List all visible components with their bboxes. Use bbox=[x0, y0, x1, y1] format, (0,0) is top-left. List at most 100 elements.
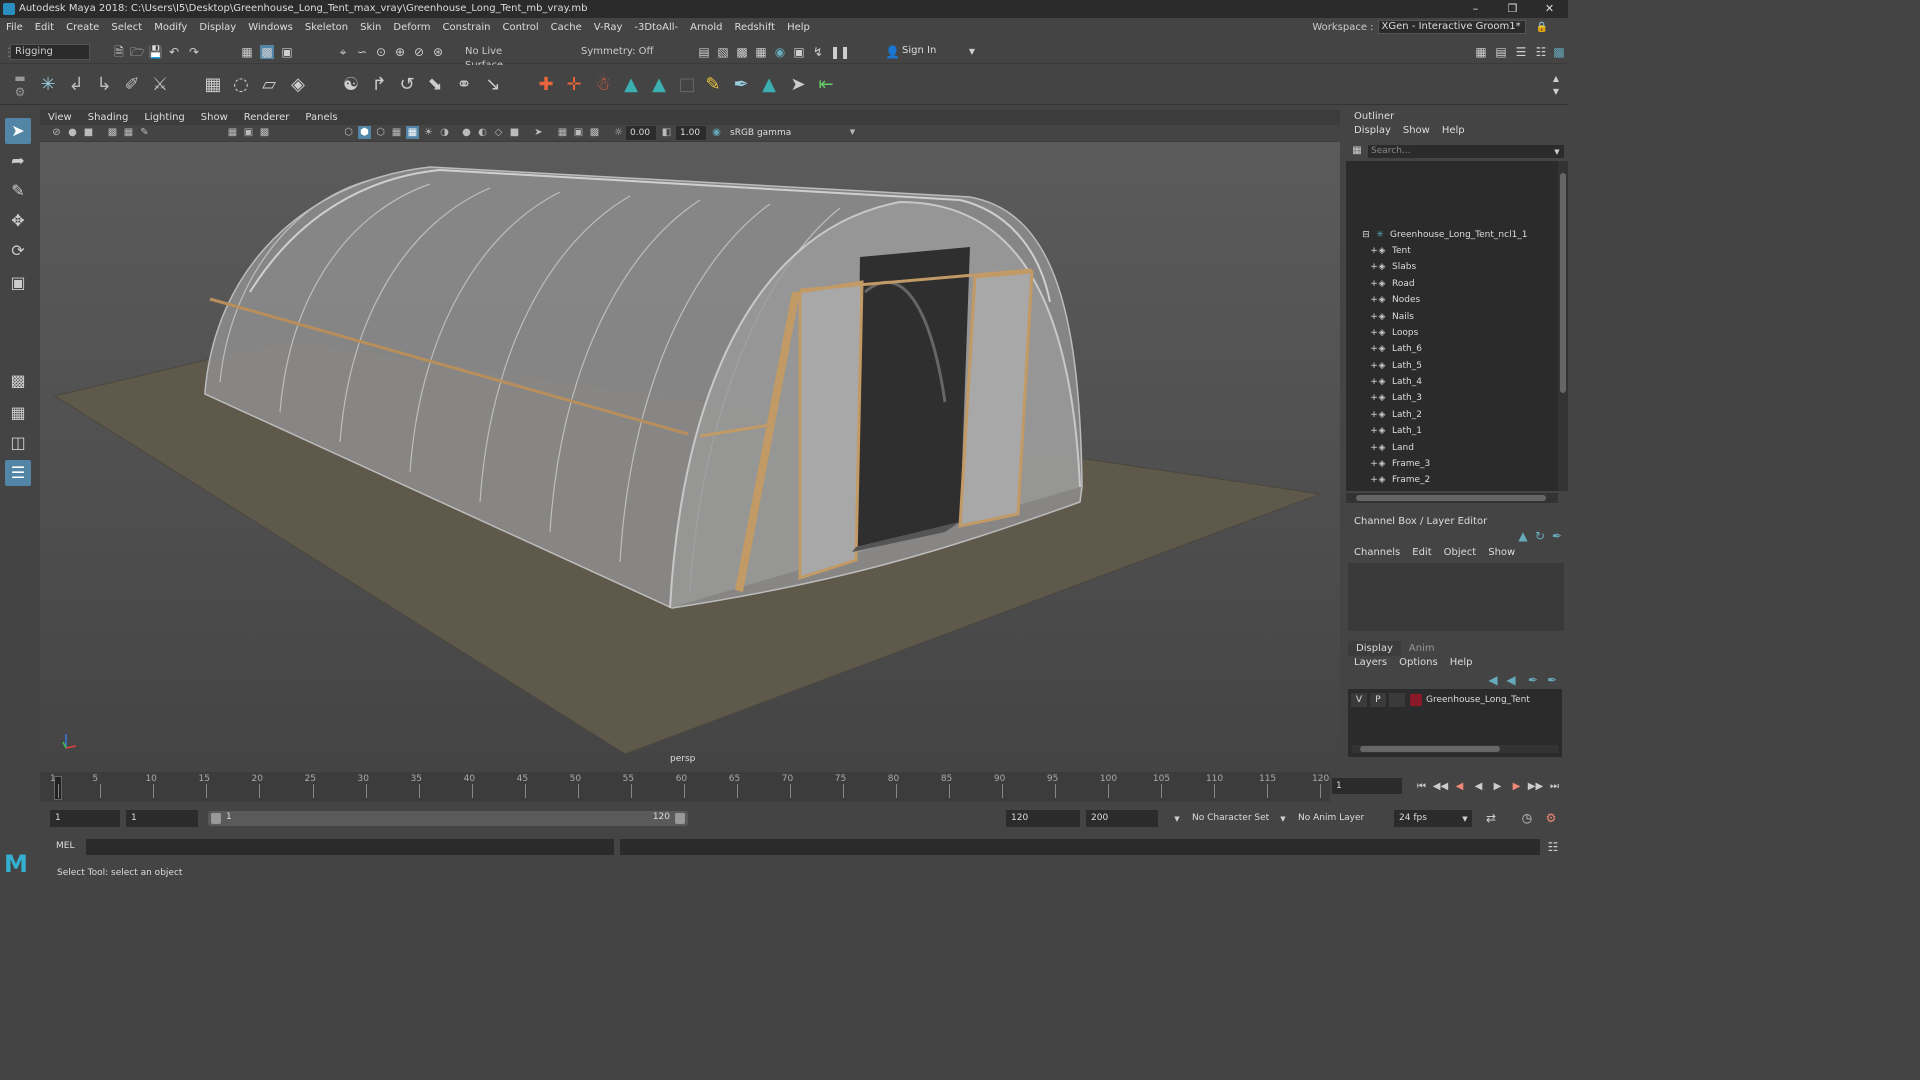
menu-display[interactable]: Display bbox=[193, 22, 242, 33]
render-settings-icon[interactable]: ▦ bbox=[754, 45, 768, 59]
layer-menu-options[interactable]: Options bbox=[1393, 657, 1444, 668]
outliner-item[interactable]: + ◈ Land bbox=[1346, 440, 1558, 456]
xray-icon[interactable]: ▦ bbox=[406, 126, 419, 139]
menu-redshift[interactable]: Redshift bbox=[728, 22, 781, 33]
vp-menu-view[interactable]: View bbox=[40, 112, 80, 123]
modeling-toolkit-icon[interactable]: ▦ bbox=[1474, 45, 1488, 59]
menu-vray[interactable]: V-Ray bbox=[588, 22, 629, 33]
xray-joints-icon[interactable]: ▦ bbox=[556, 126, 569, 139]
menu-modify[interactable]: Modify bbox=[148, 22, 193, 33]
exposure-icon[interactable]: ☼ bbox=[612, 126, 625, 139]
tool-settings-icon[interactable]: ☰ bbox=[1514, 45, 1528, 59]
open-scene-icon[interactable]: 🗁 bbox=[130, 45, 145, 59]
film-gate-icon[interactable]: ▣ bbox=[242, 126, 255, 139]
new-layer-icon[interactable]: ✒ bbox=[1526, 673, 1540, 687]
channel-box-icon-3[interactable]: ✒ bbox=[1550, 529, 1564, 543]
outliner-item[interactable]: + ◈ Frame_2 bbox=[1346, 472, 1558, 488]
tab-display[interactable]: Display bbox=[1348, 641, 1401, 656]
layer-playback-toggle[interactable]: P bbox=[1370, 693, 1386, 707]
script-editor-icon[interactable]: ☷ bbox=[1546, 840, 1560, 854]
graph-editor-icon[interactable]: ⇤ bbox=[815, 74, 837, 96]
outliner-item[interactable]: + ◈ Lath_5 bbox=[1346, 358, 1558, 374]
menu-cache[interactable]: Cache bbox=[545, 22, 588, 33]
grid-icon[interactable]: ▦ bbox=[226, 126, 239, 139]
anim-layer-dropdown-icon[interactable]: ▼ bbox=[1276, 812, 1290, 826]
vray-render-icon[interactable]: ▣ bbox=[792, 45, 806, 59]
component-editor-icon[interactable]: ✒ bbox=[730, 74, 752, 96]
current-frame-field[interactable]: 1 bbox=[1332, 778, 1402, 794]
menu-deform[interactable]: Deform bbox=[387, 22, 436, 33]
user-icon[interactable]: 👤 bbox=[885, 45, 900, 59]
vp-menu-renderer[interactable]: Renderer bbox=[236, 112, 298, 123]
channel-box-icon-2[interactable]: ↻ bbox=[1533, 529, 1547, 543]
play-backwards-icon[interactable]: ◀ bbox=[1469, 781, 1488, 792]
channel-box-icon[interactable]: ☷ bbox=[1534, 45, 1548, 59]
vp-menu-lighting[interactable]: Lighting bbox=[136, 112, 192, 123]
cb-menu-channels[interactable]: Channels bbox=[1348, 547, 1406, 558]
command-input[interactable] bbox=[86, 839, 614, 855]
pole-vector-icon[interactable]: ↘ bbox=[482, 74, 504, 96]
animation-start-field[interactable]: 1 bbox=[50, 810, 120, 827]
menu-windows[interactable]: Windows bbox=[242, 22, 299, 33]
outliner-horizontal-scrollbar[interactable] bbox=[1346, 493, 1558, 503]
character-set-dropdown-icon[interactable]: ▼ bbox=[1170, 812, 1184, 826]
locator-tool-icon[interactable]: ✛ bbox=[563, 74, 585, 96]
time-slider[interactable]: 1 5 10 15 20 25 30 35 40 45 50 55 60 65 70 75 80 85 90 95 10… bbox=[40, 772, 1330, 802]
lock-icon[interactable]: 🔒 bbox=[1536, 22, 1548, 33]
paint-weights-icon[interactable]: ✎ bbox=[702, 74, 724, 96]
vp-menu-panels[interactable]: Panels bbox=[297, 112, 345, 123]
vp-menu-shading[interactable]: Shading bbox=[80, 112, 137, 123]
move-tool-icon[interactable]: ✥ bbox=[5, 208, 31, 234]
insert-joint-icon[interactable]: ✐ bbox=[121, 74, 143, 96]
outliner-filter-icon[interactable]: ▦ bbox=[1350, 144, 1364, 158]
rotate-tool-icon[interactable]: ⟳ bbox=[5, 238, 31, 264]
humanik-icon[interactable]: ☃ bbox=[592, 74, 614, 96]
range-slider-end-handle[interactable] bbox=[675, 813, 685, 824]
menu-constrain[interactable]: Constrain bbox=[437, 22, 497, 33]
menu-arnold[interactable]: Arnold bbox=[684, 22, 728, 33]
outliner-toggle-icon[interactable]: ▩ bbox=[1552, 45, 1566, 59]
colorspace-dropdown[interactable]: sRGB gamma bbox=[726, 126, 858, 140]
single-view-icon[interactable]: ▩ bbox=[5, 368, 31, 394]
backface-icon[interactable]: ▩ bbox=[588, 126, 601, 139]
isolate-select-icon[interactable]: ➤ bbox=[532, 126, 545, 139]
menu-edit[interactable]: Edit bbox=[29, 22, 60, 33]
move-layer-up-icon[interactable]: ◀ bbox=[1486, 673, 1500, 687]
anti-aliasing-icon[interactable]: ◇ bbox=[492, 126, 505, 139]
new-scene-icon[interactable]: 🗎 bbox=[112, 45, 126, 59]
vray-ipr-icon[interactable]: ↯ bbox=[811, 45, 825, 59]
shelf-scroll-down-icon[interactable]: ▼ bbox=[1549, 85, 1563, 99]
cb-menu-show[interactable]: Show bbox=[1482, 547, 1521, 558]
outliner-list[interactable]: ■persp■top■front■side⊟✳Greenhouse_Long_T… bbox=[1346, 161, 1558, 491]
menu-help[interactable]: Help bbox=[781, 22, 816, 33]
parent-constraint-icon[interactable]: ⚭ bbox=[453, 74, 475, 96]
cb-menu-edit[interactable]: Edit bbox=[1406, 547, 1437, 558]
bind-pose-icon[interactable]: □ bbox=[676, 74, 698, 96]
select-tool-icon[interactable]: ➤ bbox=[5, 118, 31, 144]
menu-3dtoall[interactable]: -3DtoAll- bbox=[628, 22, 684, 33]
camera-attributes-icon[interactable]: ● bbox=[66, 126, 79, 139]
outliner-layout-icon[interactable]: ☰ bbox=[5, 460, 31, 486]
gamma-icon[interactable]: ◧ bbox=[660, 126, 673, 139]
wireframe-on-shaded-icon[interactable]: ⬡ bbox=[374, 126, 387, 139]
xray-active-icon[interactable]: ▣ bbox=[572, 126, 585, 139]
2d-pan-icon[interactable]: ▦ bbox=[122, 126, 135, 139]
ipr-render-icon[interactable]: ▩ bbox=[735, 45, 749, 59]
create-joints-icon[interactable]: ✳ bbox=[37, 74, 59, 96]
attribute-editor-icon[interactable]: ▤ bbox=[1494, 45, 1508, 59]
outliner-search-input[interactable]: Search... bbox=[1368, 145, 1564, 158]
mirror-joint-icon[interactable]: ⚔ bbox=[149, 74, 171, 96]
playback-end-field[interactable]: 120 bbox=[1006, 810, 1080, 827]
ik-spline-icon[interactable]: ↳ bbox=[93, 74, 115, 96]
outliner-menu-show[interactable]: Show bbox=[1397, 125, 1436, 136]
gamma-field[interactable]: 1.00 bbox=[676, 126, 706, 140]
colorspace-dropdown-icon[interactable]: ▼ bbox=[846, 126, 859, 139]
range-slider-start-handle[interactable] bbox=[211, 813, 221, 824]
snap-projected-icon[interactable]: ⊕ bbox=[393, 45, 407, 59]
ik-handle-icon[interactable]: ↲ bbox=[65, 74, 87, 96]
locator-icon[interactable]: ✚ bbox=[535, 74, 557, 96]
bookmark-icon[interactable]: ■ bbox=[82, 126, 95, 139]
3d-viewport[interactable]: persp bbox=[40, 142, 1340, 768]
outliner-vertical-scrollbar[interactable] bbox=[1558, 161, 1568, 491]
ambient-occlusion-icon[interactable]: ● bbox=[460, 126, 473, 139]
